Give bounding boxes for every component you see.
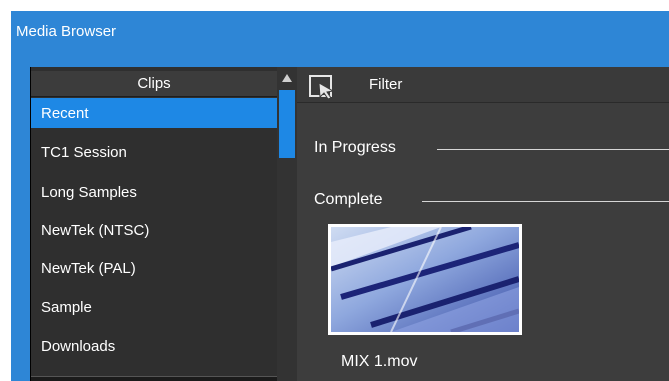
media-browser-window: Media Browser Clips Recent TC1 Session L… [11, 11, 669, 381]
filter-bar: Filter [297, 67, 669, 103]
section-complete-title: Complete [314, 191, 383, 208]
clip-item-downloads[interactable]: Downloads [31, 331, 277, 361]
scroll-thumb[interactable] [279, 90, 295, 158]
clip-item-newtek-pal[interactable]: NewTek (PAL) [31, 253, 277, 283]
triangle-up-icon [282, 74, 292, 82]
clip-item-long-samples[interactable]: Long Samples [31, 177, 277, 207]
media-filename[interactable]: MIX 1.mov [341, 353, 417, 371]
window-frame-left [11, 51, 31, 381]
filter-label[interactable]: Filter [369, 67, 402, 103]
window-frame-top [11, 51, 669, 67]
clip-item-tc1-session[interactable]: TC1 Session [31, 137, 277, 167]
clips-scrollbar[interactable] [277, 67, 297, 381]
section-divider [437, 149, 669, 150]
clips-panel: Clips Recent TC1 Session Long Samples Ne… [30, 67, 277, 381]
clip-item-label: TC1 Session [41, 143, 127, 161]
clip-item-label: Sample [41, 298, 92, 316]
clip-item-label: NewTek (PAL) [41, 259, 136, 277]
clips-header-label: Clips [137, 75, 171, 92]
scroll-up-button[interactable] [277, 67, 297, 89]
media-content-area: Filter In Progress Complete MIX 1.mov [297, 67, 669, 381]
clip-item-newtek-ntsc[interactable]: NewTek (NTSC) [31, 215, 277, 245]
window-titlebar[interactable]: Media Browser [11, 11, 669, 51]
window-title: Media Browser [16, 22, 117, 40]
clip-item-sample[interactable]: Sample [31, 292, 277, 322]
clip-item-recent[interactable]: Recent [31, 98, 277, 128]
clip-item-label: Long Samples [41, 183, 137, 201]
cursor-select-icon[interactable] [309, 75, 335, 99]
clip-item-label: Recent [41, 104, 89, 122]
video-thumbnail-image [330, 224, 520, 335]
section-divider [422, 201, 669, 202]
clips-panel-bottom-divider [31, 376, 277, 381]
media-thumbnail[interactable] [328, 224, 522, 335]
section-in-progress-title: In Progress [314, 139, 396, 156]
clips-header: Clips [31, 71, 277, 97]
clip-item-label: NewTek (NTSC) [41, 221, 150, 239]
clip-item-label: Downloads [41, 337, 116, 355]
